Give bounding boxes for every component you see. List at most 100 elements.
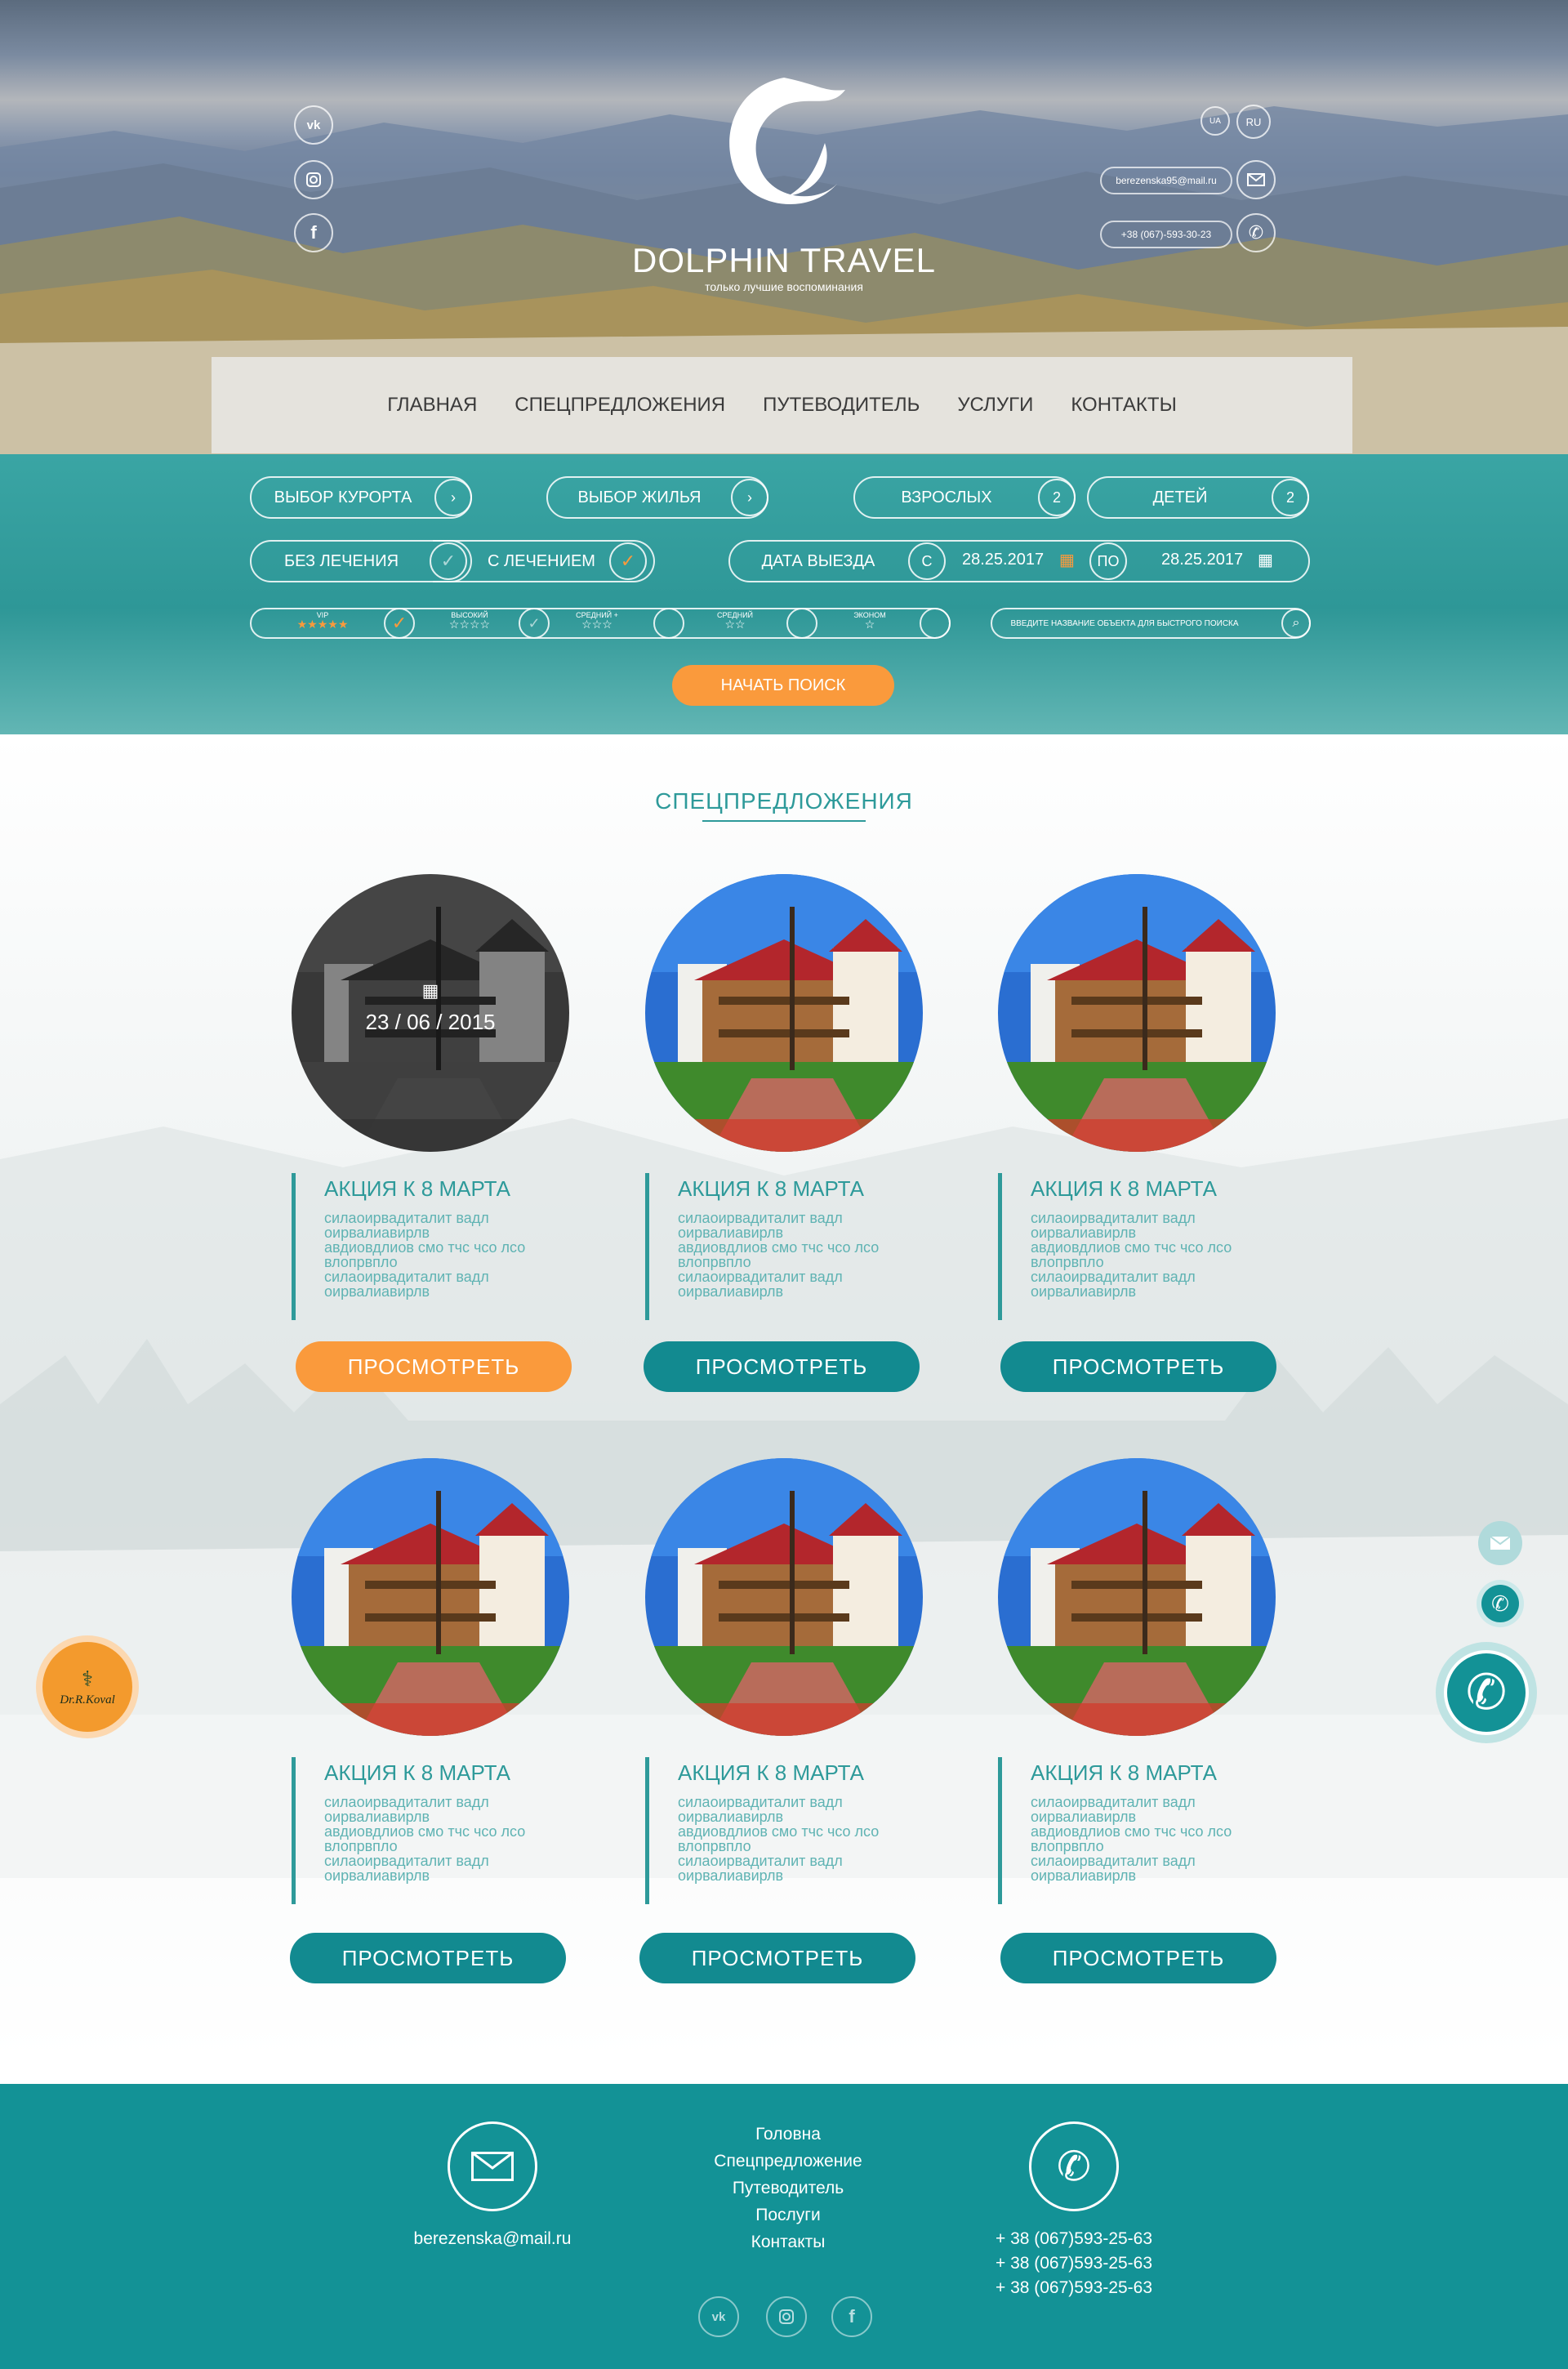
category-mid-plus[interactable]: СРЕДНИЙ + ☆☆☆ bbox=[560, 611, 634, 630]
nav-item-contacts[interactable]: КОНТАКТЫ bbox=[1071, 394, 1176, 417]
offer-description: силаоирвадиталит вадл оирвалиавирлв авдиов… bbox=[324, 1795, 569, 1883]
callback-button[interactable]: ✆ bbox=[1436, 1642, 1537, 1743]
phone-icon: ✆ bbox=[1248, 222, 1264, 243]
lang-ru[interactable]: RU bbox=[1236, 105, 1271, 139]
footer-phone-2[interactable]: + 38 (067)593-25-63 bbox=[947, 2251, 1200, 2276]
footer-link-home[interactable]: Головна bbox=[662, 2121, 915, 2148]
nav-item-offers[interactable]: СПЕЦПРЕДЛОЖЕНИЯ bbox=[514, 394, 725, 417]
departure-label: ДАТА ВЫЕЗДА bbox=[761, 551, 875, 570]
footer-phone-3[interactable]: + 38 (067)593-25-63 bbox=[947, 2276, 1200, 2300]
footer-vk-link[interactable]: vk bbox=[698, 2296, 739, 2337]
offer-description-line: оирвалиавирлв bbox=[678, 1225, 784, 1241]
offer-image[interactable] bbox=[645, 1458, 923, 1736]
header-email[interactable]: berezenska95@mail.ru bbox=[1100, 167, 1232, 194]
dolphin-logo-icon bbox=[729, 78, 845, 205]
offer-description-line: силаоирвадиталит вадл bbox=[324, 1794, 489, 1810]
check-icon: ✓ bbox=[528, 614, 541, 631]
offers-title-underline bbox=[702, 820, 866, 822]
to-label: ПО bbox=[1089, 542, 1127, 580]
from-date[interactable]: 28.25.2017 bbox=[962, 551, 1044, 569]
footer-link-contacts[interactable]: Контакты bbox=[662, 2228, 915, 2255]
category-high-stars: ☆☆☆☆ bbox=[448, 618, 491, 631]
instagram-icon bbox=[306, 172, 321, 187]
header-phone[interactable]: +38 (067)-593-30-23 bbox=[1100, 221, 1232, 248]
offer-image[interactable] bbox=[645, 874, 923, 1152]
category-econom-checkbox[interactable] bbox=[920, 608, 951, 639]
mail-icon bbox=[1247, 173, 1265, 186]
footer-email-button[interactable] bbox=[448, 2121, 537, 2211]
header-phone-button[interactable]: ✆ bbox=[1236, 213, 1276, 252]
calendar-icon[interactable]: ▦ bbox=[1059, 550, 1075, 570]
category-vip-checkbox[interactable]: ✓ bbox=[384, 608, 415, 639]
footer-link-guide[interactable]: Путеводитель bbox=[662, 2175, 915, 2202]
category-econom[interactable]: ЭКОНОМ ☆ bbox=[833, 611, 906, 631]
footer-email[interactable]: berezenska@mail.ru bbox=[362, 2229, 623, 2249]
view-offer-button[interactable]: ПРОСМОТРЕТЬ bbox=[1000, 1341, 1276, 1392]
adults-value[interactable]: 2 bbox=[1038, 479, 1076, 516]
quick-search-placeholder: ВВЕДИТЕ НАЗВАНИЕ ОБЪЕКТА ДЛЯ БЫСТРОГО ПО… bbox=[1010, 618, 1239, 628]
facebook-icon: f bbox=[849, 2306, 855, 2327]
start-search-button[interactable]: НАЧАТЬ ПОИСК bbox=[672, 665, 894, 706]
footer-facebook-link[interactable]: f bbox=[831, 2296, 872, 2337]
category-mid-checkbox[interactable] bbox=[786, 608, 817, 639]
offer-description: силаоирвадиталит вадл оирвалиавирлв авдиов… bbox=[678, 1211, 923, 1299]
footer-phone-button[interactable]: ✆ bbox=[1029, 2121, 1119, 2211]
housing-select[interactable]: ВЫБОР ЖИЛЬЯ › bbox=[546, 476, 768, 519]
dr-koval-badge-inner: ⚕ Dr.R.Koval bbox=[42, 1642, 132, 1732]
hotel-photo bbox=[645, 1458, 923, 1736]
brand-tagline: только лучшие воспоминания bbox=[705, 280, 863, 293]
category-econom-stars: ☆ bbox=[864, 618, 875, 631]
floating-phone-button[interactable]: ✆ bbox=[1477, 1580, 1524, 1627]
offer-description-line: силаоирвадиталит вадл bbox=[1031, 1210, 1196, 1226]
vk-link[interactable]: vk bbox=[294, 105, 333, 145]
category-high[interactable]: ВЫСОКИЙ ☆☆☆☆ bbox=[433, 611, 506, 631]
search-icon[interactable]: ⌕ bbox=[1281, 609, 1311, 638]
view-offer-button[interactable]: ПРОСМОТРЕТЬ bbox=[296, 1341, 572, 1392]
offer-image[interactable] bbox=[998, 874, 1276, 1152]
hotel-photo bbox=[292, 1458, 569, 1736]
offer-description: силаоирвадиталит вадл оирвалиавирлв авдиов… bbox=[324, 1211, 569, 1299]
nav-item-guide[interactable]: ПУТЕВОДИТЕЛЬ bbox=[763, 394, 920, 417]
view-offer-button[interactable]: ПРОСМОТРЕТЬ bbox=[639, 1933, 915, 1983]
lang-ua[interactable]: UA bbox=[1200, 106, 1230, 136]
adults-label: ВЗРОСЛЫХ bbox=[901, 488, 992, 506]
offer-image[interactable] bbox=[292, 1458, 569, 1736]
dr-koval-badge[interactable]: ⚕ Dr.R.Koval bbox=[36, 1635, 139, 1738]
offer-date: 23 / 06 / 2015 bbox=[365, 1010, 496, 1034]
offer-description-line: силаоирвадиталит вадл bbox=[678, 1794, 843, 1810]
offer-title: АКЦИЯ К 8 МАРТА bbox=[324, 1176, 510, 1201]
footer-instagram-link[interactable] bbox=[766, 2296, 807, 2337]
vk-icon: vk bbox=[711, 2309, 726, 2324]
calendar-icon[interactable]: ▦ bbox=[1258, 550, 1273, 570]
offer-description-line: оирвалиавирлв bbox=[324, 1283, 430, 1300]
floating-email-button[interactable] bbox=[1478, 1521, 1522, 1565]
nav-item-services[interactable]: УСЛУГИ bbox=[957, 394, 1033, 417]
adults-field[interactable]: ВЗРОСЛЫХ 2 bbox=[853, 476, 1076, 519]
view-offer-button[interactable]: ПРОСМОТРЕТЬ bbox=[644, 1341, 920, 1392]
children-value[interactable]: 2 bbox=[1272, 479, 1309, 516]
nav-item-home[interactable]: ГЛАВНАЯ bbox=[387, 394, 477, 417]
category-high-checkbox[interactable]: ✓ bbox=[519, 608, 550, 639]
hotel-photo bbox=[645, 874, 923, 1152]
footer-phone-1[interactable]: + 38 (067)593-25-63 bbox=[947, 2227, 1200, 2251]
category-vip[interactable]: VIP ★★★★★ bbox=[286, 611, 359, 631]
footer-link-services[interactable]: Послуги bbox=[662, 2202, 915, 2228]
category-mid[interactable]: СРЕДНИЙ ☆☆ bbox=[698, 611, 772, 630]
view-offer-button[interactable]: ПРОСМОТРЕТЬ bbox=[290, 1933, 566, 1983]
offer-description-line: авдиовдлиов смо тчс чсо лсо bbox=[1031, 1823, 1232, 1840]
with-treatment-checkbox[interactable]: ✓ bbox=[609, 542, 647, 580]
offer-image[interactable]: ▦ 23 / 06 / 2015 bbox=[292, 874, 569, 1152]
offer-description-line: оирвалиавирлв bbox=[324, 1867, 430, 1884]
footer-link-offers[interactable]: Спецпредложение bbox=[662, 2148, 915, 2175]
header-email-button[interactable] bbox=[1236, 160, 1276, 199]
category-mid-plus-checkbox[interactable] bbox=[653, 608, 684, 639]
resort-select[interactable]: ВЫБОР КУРОРТА › bbox=[250, 476, 472, 519]
children-field[interactable]: ДЕТЕЙ 2 bbox=[1087, 476, 1309, 519]
to-date[interactable]: 28.25.2017 bbox=[1161, 551, 1243, 569]
instagram-link[interactable] bbox=[294, 160, 333, 199]
quick-search-input[interactable]: ВВЕДИТЕ НАЗВАНИЕ ОБЪЕКТА ДЛЯ БЫСТРОГО ПО… bbox=[991, 608, 1311, 639]
offer-description-line: оирвалиавирлв bbox=[1031, 1225, 1137, 1241]
view-offer-button[interactable]: ПРОСМОТРЕТЬ bbox=[1000, 1933, 1276, 1983]
offer-image[interactable] bbox=[998, 1458, 1276, 1736]
category-vip-stars: ★★★★★ bbox=[296, 618, 349, 631]
